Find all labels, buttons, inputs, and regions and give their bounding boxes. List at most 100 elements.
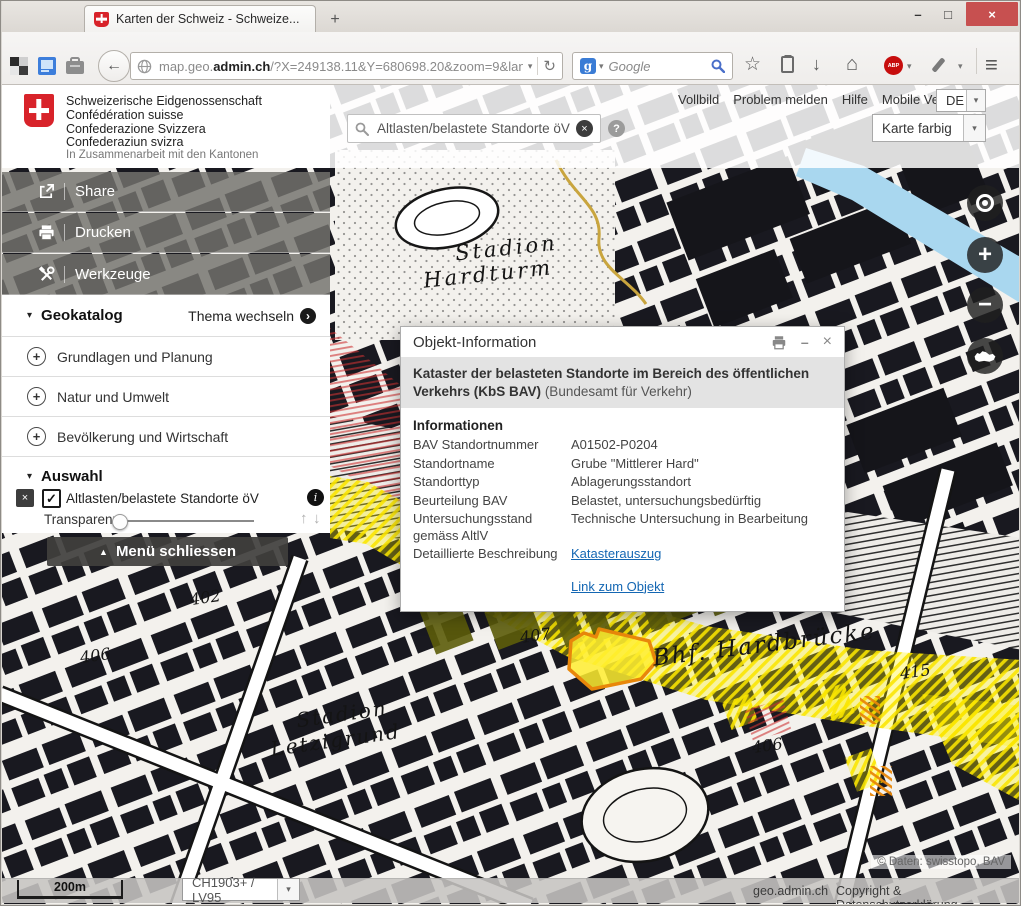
sidebar-item-share[interactable]: Share: [0, 172, 330, 212]
google-icon: g: [580, 58, 596, 74]
info-value: Belastet, untersuchungsbedürftig: [571, 493, 832, 510]
downloads-icon[interactable]: ↓: [812, 54, 821, 75]
url-bar[interactable]: map.geo.admin.ch/?X=249138.11&Y=680698.2…: [130, 52, 563, 80]
info-value: Ablagerungsstandort: [571, 474, 832, 491]
url-dropdown-icon[interactable]: ▾: [528, 61, 533, 72]
search-placeholder: Google: [609, 59, 711, 74]
info-label: Standorttyp: [413, 474, 571, 491]
chevron-down-icon: ▾: [277, 879, 299, 900]
expand-icon[interactable]: +: [27, 347, 46, 366]
engine-dropdown-icon[interactable]: ▾: [599, 61, 604, 72]
copyright-link[interactable]: Copyright & Datenschutzerklärung: [836, 884, 1021, 906]
search-help-icon[interactable]: ?: [608, 120, 625, 137]
category-bevoelkerung[interactable]: + Bevölkerung und Wirtschaft: [0, 417, 330, 457]
chevron-down-icon: ▾: [966, 90, 985, 111]
minimize-button[interactable]: –: [905, 4, 931, 25]
info-value: Grube "Mittlerer Hard": [571, 456, 832, 473]
minimize-popup-icon[interactable]: –: [801, 334, 809, 350]
expand-icon[interactable]: +: [27, 387, 46, 406]
projection-select[interactable]: CH1903+ / LV95 ▾: [182, 878, 300, 901]
transparency-slider-thumb[interactable]: [112, 514, 128, 530]
nav-help[interactable]: Hilfe: [842, 92, 868, 107]
move-layer-down-icon[interactable]: ↓: [313, 510, 321, 527]
nav-report-problem[interactable]: Problem melden: [733, 92, 828, 107]
geocatalog-label: Geokatalog: [41, 307, 123, 324]
transparency-label: Transparenz: [44, 512, 119, 527]
info-row: StandortnameGrube "Mittlerer Hard": [413, 456, 832, 473]
triangle-up-icon: ▲: [99, 547, 108, 557]
info-label: BAV Standortnummer: [413, 437, 571, 454]
info-row: Detaillierte BeschreibungKatasterauszug: [413, 546, 832, 563]
transparency-slider-track[interactable]: [118, 520, 254, 522]
category-natur[interactable]: + Natur und Umwelt: [0, 377, 330, 417]
home-icon[interactable]: ⌂: [846, 53, 858, 76]
basemap-value: Karte farbig: [873, 115, 963, 141]
cadastre-extract-link[interactable]: Katasterauszug: [571, 546, 661, 561]
remove-layer-button[interactable]: ×: [16, 489, 34, 507]
zoom-in-button[interactable]: +: [967, 237, 1003, 273]
change-theme-button[interactable]: Thema wechseln ›: [188, 308, 316, 324]
minus-icon: −: [978, 291, 992, 319]
map-search-field[interactable]: ×: [347, 114, 601, 143]
maximize-button[interactable]: □: [935, 4, 961, 25]
site-link[interactable]: geo.admin.ch: [753, 884, 828, 898]
chevron-right-icon: ›: [300, 308, 316, 324]
nav-fullscreen[interactable]: Vollbild: [678, 92, 719, 107]
info-value: A01502-P0204: [571, 437, 832, 454]
adblock-dropdown-icon[interactable]: ▾: [907, 61, 912, 72]
app-shortcut-icon-1[interactable]: [10, 57, 28, 75]
zoom-out-button[interactable]: −: [967, 287, 1003, 323]
tab-title: Karten der Schweiz - Schweize...: [116, 12, 299, 26]
plus-icon: +: [978, 241, 992, 269]
close-button[interactable]: ×: [966, 2, 1018, 26]
search-icon: [355, 122, 369, 136]
search-bar[interactable]: g ▾ Google: [572, 52, 733, 80]
bookmarks-panel-icon[interactable]: [781, 56, 794, 73]
sidebar-item-tools[interactable]: Werkzeuge: [0, 254, 330, 295]
geolocate-button[interactable]: [967, 185, 1003, 221]
category-label: Bevölkerung und Wirtschaft: [57, 429, 228, 445]
selection-label: Auswahl: [41, 468, 103, 485]
logo-line-de: Schweizerische Eidgenossenschaft: [66, 95, 262, 109]
popup-titlebar[interactable]: Objekt-Information – ×: [401, 327, 844, 357]
geocatalog-header[interactable]: ▾ Geokatalog Thema wechseln ›: [0, 295, 330, 337]
bookmark-star-icon[interactable]: ☆: [744, 53, 761, 76]
object-link[interactable]: Link zum Objekt: [571, 579, 664, 594]
new-tab-button[interactable]: +: [322, 9, 348, 30]
swiss-favicon: [94, 12, 109, 27]
print-icon[interactable]: [771, 335, 787, 350]
magnifier-icon[interactable]: [711, 59, 725, 73]
back-button[interactable]: ←: [98, 50, 130, 82]
sidebar-item-print[interactable]: Drucken: [0, 213, 330, 253]
close-menu-label: Menü schliessen: [116, 543, 236, 560]
projection-value: CH1903+ / LV95: [183, 879, 277, 900]
layer-name-label[interactable]: Altlasten/belastete Standorte öV: [66, 491, 259, 506]
move-layer-up-icon[interactable]: ↑: [300, 510, 308, 527]
search-input[interactable]: [375, 120, 576, 137]
app-shortcut-icon-2[interactable]: [38, 57, 56, 75]
info-row: Beurteilung BAVBelastet, untersuchungsbe…: [413, 493, 832, 510]
info-row: Link zum Objekt: [413, 579, 832, 596]
clear-search-icon[interactable]: ×: [576, 120, 593, 137]
layer-info-icon[interactable]: i: [307, 489, 324, 506]
hamburger-menu-icon[interactable]: ≡: [985, 52, 998, 78]
close-menu-button[interactable]: ▲ Menü schliessen: [47, 537, 288, 566]
info-row: BAV StandortnummerA01502-P0204: [413, 437, 832, 454]
url-domain: admin.ch: [213, 59, 270, 74]
language-select[interactable]: DE ▾: [936, 89, 986, 112]
close-popup-icon[interactable]: ×: [823, 333, 832, 351]
overflow-dropdown-icon[interactable]: ▾: [958, 61, 963, 72]
default-extent-button[interactable]: [967, 338, 1003, 374]
adblock-icon[interactable]: ABP: [884, 56, 903, 75]
category-label: Natur und Umwelt: [57, 389, 169, 405]
info-label: Beurteilung BAV: [413, 493, 571, 510]
share-icon: [38, 183, 55, 200]
browser-tab[interactable]: Karten der Schweiz - Schweize...: [84, 5, 316, 32]
layer-checkbox[interactable]: ✓: [42, 489, 61, 508]
reload-icon[interactable]: ↻: [543, 57, 556, 75]
app-shortcut-icon-3[interactable]: [66, 57, 84, 75]
category-grundlagen[interactable]: + Grundlagen und Planung: [0, 337, 330, 377]
expand-icon[interactable]: +: [27, 427, 46, 446]
info-row: Untersuchungsstand gemäss AltlVTechnisch…: [413, 511, 832, 544]
basemap-select[interactable]: Karte farbig ▾: [872, 114, 986, 142]
